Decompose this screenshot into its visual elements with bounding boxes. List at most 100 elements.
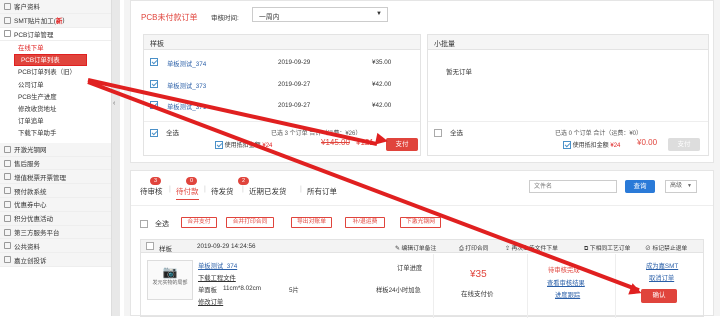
print-icon: ⎙ — [459, 246, 464, 252]
order-checkbox[interactable] — [146, 242, 154, 250]
advanced-search-select[interactable]: 高级 ▼ — [665, 180, 697, 193]
coupon-checkbox[interactable] — [215, 141, 223, 150]
sidebar-sub-pcb-order-list-old[interactable]: PCB订单列表（旧） — [0, 66, 111, 78]
sidebar-item-points[interactable]: 积分优惠活动 — [0, 211, 111, 226]
select-all-orders[interactable]: 全选 — [140, 219, 169, 229]
select-all-checkbox[interactable] — [150, 129, 158, 138]
order-date: 2019-09-29 — [278, 59, 311, 66]
order-date: 2019-09-27 — [278, 81, 311, 88]
select-all-checkbox[interactable] — [434, 129, 442, 138]
edit-icon: ✎ — [395, 246, 400, 252]
delivery-option: 样板24小时加急 — [376, 287, 421, 294]
order-thumbnail[interactable]: 📷 发元实物的局部 — [147, 260, 193, 300]
modify-order-link[interactable]: 修改订单 — [198, 297, 223, 306]
select-all-small[interactable]: 全选 — [434, 127, 463, 138]
unpaid-title: PCB未付款订单 — [141, 13, 198, 22]
same-process-tool[interactable]: ⧉ 下相同工艺订单 — [584, 243, 630, 253]
pay-button-disabled[interactable]: 支付 — [668, 138, 700, 151]
order-name[interactable]: 单板测试_374 — [167, 59, 206, 68]
upload-icon: ⇪ — [505, 246, 510, 252]
merge-print-contract-button[interactable]: 合并打印合同 — [226, 217, 274, 228]
coupon-checkbox[interactable] — [563, 141, 571, 150]
unpaid-row[interactable]: 单板测试_374 2019-09-29 ¥35.00 — [150, 58, 416, 72]
spec-size: 11cm*8.02cm — [223, 285, 262, 292]
sidebar-collapse-handle[interactable]: ‹ — [112, 0, 120, 316]
row-checkbox[interactable] — [150, 58, 158, 66]
sidebar-sub-download-helper[interactable]: 下载下单助手 — [0, 127, 111, 139]
invoice-icon — [4, 173, 11, 181]
smt-link[interactable]: 成为嘉SMT — [646, 261, 678, 270]
tab-pending-payment[interactable]: 待付款 0 — [176, 177, 199, 200]
sidebar-sub-pcb-progress[interactable]: PCB生产进度 — [0, 90, 111, 102]
copy-icon: ⧉ — [584, 246, 589, 252]
order-name-link[interactable]: 单板测试_374 — [198, 261, 237, 270]
laser-stencil-order-button[interactable]: 下激光钢网 — [400, 217, 441, 228]
tab-separator: | — [300, 186, 302, 193]
pay-button[interactable]: 支付 — [386, 138, 418, 151]
sidebar-item-smt[interactable]: SMT贴片加工(新) — [0, 13, 111, 28]
export-statement-button[interactable]: 导出对账单 — [291, 217, 332, 228]
order-card: 样板 2019-09-29 14:24:56 ✎ 编辑订单备注 ⎙ 打印合同 ⇪… — [140, 239, 704, 318]
small-batch-header: 小批量 — [428, 35, 708, 50]
download-files-link[interactable]: 下载工程文件 — [198, 273, 236, 282]
chevron-left-icon: ‹ — [113, 100, 116, 107]
sidebar-sub-modify-address[interactable]: 修改收货地址 — [0, 102, 111, 114]
small-summary: 已选 0 个订单 合计（运费：¥0） — [555, 131, 643, 137]
filename-search-input[interactable] — [529, 180, 617, 193]
empty-orders-text: 暂无订单 — [446, 69, 472, 76]
order-name[interactable]: 单板测试_373 — [167, 81, 206, 90]
select-all-sample[interactable]: 全选 — [150, 127, 179, 138]
tab-badge: 0 — [186, 177, 197, 185]
sidebar-sub-online-order[interactable]: 在线下单 — [0, 41, 111, 53]
coupon-icon — [4, 200, 11, 208]
freight-adjust-button[interactable]: 补/退运费 — [345, 217, 385, 228]
chip-icon — [4, 16, 11, 24]
sidebar-item-customer[interactable]: 客户资料 — [0, 0, 111, 14]
unpaid-row[interactable]: 单板测试_373 2019-09-27 ¥42.00 — [150, 80, 416, 94]
small-batch-box: 小批量 暂无订单 全选 已选 0 个订单 合计（运费：¥0） 使用抵扣金额 ¥2… — [427, 34, 709, 156]
tab-separator: | — [169, 186, 171, 193]
main-content: PCB未付款订单 审核时间: 一周内 ▼ 样板 单板测试_374 2019-09-… — [124, 0, 720, 318]
merge-pay-button[interactable]: 合并支付 — [181, 217, 217, 228]
edit-remark-tool[interactable]: ✎ 编辑订单备注 — [395, 243, 436, 252]
use-coupon-small[interactable]: 使用抵扣金额 ¥24 — [563, 140, 620, 150]
flag-icon: ⊘ — [645, 246, 651, 252]
tab-all-orders[interactable]: 所有订单 — [307, 186, 337, 197]
caret-down-icon: ▼ — [687, 183, 692, 189]
print-contract-tool[interactable]: ⎙ 打印合同 — [459, 243, 488, 253]
tab-pending-review[interactable]: 待审核 3 — [140, 177, 163, 197]
row-checkbox[interactable] — [150, 80, 158, 88]
cancel-order-link[interactable]: 取消订单 — [649, 273, 674, 282]
confirm-button[interactable]: 确认 — [641, 289, 677, 303]
review-time-select[interactable]: 一周内 ▼ — [252, 7, 388, 22]
tab-separator: | — [242, 186, 244, 193]
order-price: ¥42.00 — [372, 81, 392, 88]
complaint-icon — [4, 256, 11, 264]
order-type: 样板 — [159, 246, 172, 253]
tab-pending-shipment[interactable]: 待发货 2 — [211, 177, 249, 197]
sidebar-item-laser-stencil[interactable]: 开激光钢网 — [0, 142, 111, 157]
sidebar-item-pcb-orders[interactable]: PCB订单管理 — [0, 27, 111, 42]
tab-recently-shipped[interactable]: 近期已发货 — [249, 186, 287, 197]
camera-icon: 📷 — [162, 265, 178, 279]
annotation-arrowhead — [374, 132, 390, 148]
sidebar-item-complaint[interactable]: 嘉立创投诉 — [0, 253, 111, 268]
sidebar-item-third-party[interactable]: 第三方服务平台 — [0, 225, 111, 240]
sidebar-item-coupons[interactable]: 优惠券中心 — [0, 198, 111, 212]
select-all-checkbox[interactable] — [140, 220, 148, 229]
wallet-icon — [4, 187, 11, 195]
sidebar-item-after-sales[interactable]: 售后服务 — [0, 156, 111, 171]
search-button[interactable]: 查询 — [625, 180, 655, 193]
mark-no-refund-tool[interactable]: ⊘ 标记禁止退单 — [645, 243, 687, 252]
spec-qty: 5片 — [289, 287, 299, 294]
sidebar-sub-pcb-order-list[interactable]: PCB订单列表 — [14, 53, 87, 66]
order-progress-label: 订单进度 — [397, 265, 423, 272]
sidebar-item-prepay[interactable]: 预付款系统 — [0, 184, 111, 199]
sidebar-sub-order-chase[interactable]: 订单追单 — [0, 115, 111, 127]
view-review-result-link[interactable]: 查看审核结果 — [547, 278, 585, 287]
sidebar-item-public-docs[interactable]: 公共资料 — [0, 239, 111, 254]
progress-tracking-link[interactable]: 进度跟踪 — [555, 290, 580, 299]
sidebar-item-invoice[interactable]: 增值税票开票管理 — [0, 170, 111, 185]
stencil-icon — [4, 145, 11, 153]
online-pay-note: 在线支付价 — [461, 291, 494, 298]
